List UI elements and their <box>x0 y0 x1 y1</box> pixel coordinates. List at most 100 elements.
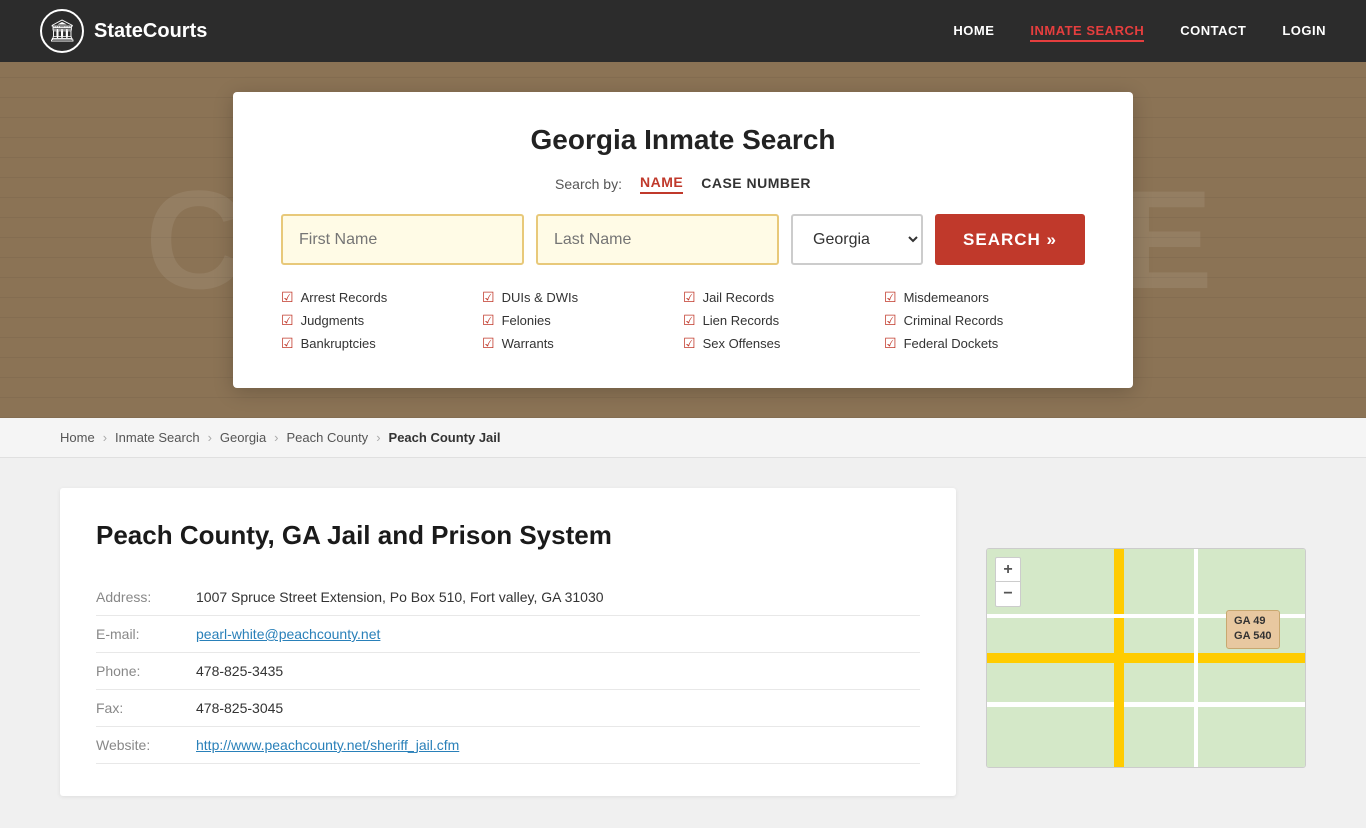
check-icon: ☑ <box>683 289 696 306</box>
website-link[interactable]: http://www.peachcounty.net/sheriff_jail.… <box>196 737 459 753</box>
checkbox-jail-records: ☑ Jail Records <box>683 289 884 306</box>
search-by-label: Search by: <box>555 176 622 192</box>
check-icon: ☑ <box>683 335 696 352</box>
logo-text: StateCourts <box>94 20 207 43</box>
checkbox-label: Federal Dockets <box>904 336 999 351</box>
breadcrumb-sep: › <box>376 430 380 445</box>
search-inputs-row: Georgia SEARCH » <box>281 214 1085 265</box>
email-value: pearl-white@peachcounty.net <box>196 616 920 653</box>
table-row: Website: http://www.peachcounty.net/sher… <box>96 727 920 764</box>
nav-inmate-search[interactable]: INMATE SEARCH <box>1030 23 1144 42</box>
map-road <box>987 702 1305 707</box>
tab-case-number[interactable]: CASE NUMBER <box>701 175 811 193</box>
breadcrumb-sep: › <box>208 430 212 445</box>
zoom-out-button[interactable]: − <box>996 582 1020 606</box>
search-card: Georgia Inmate Search Search by: NAME CA… <box>233 92 1133 388</box>
badge-line2: GA 540 <box>1234 629 1272 644</box>
check-icon: ☑ <box>884 312 897 329</box>
check-icon: ☑ <box>281 312 294 329</box>
facility-title: Peach County, GA Jail and Prison System <box>96 520 920 551</box>
check-icon: ☑ <box>482 335 495 352</box>
breadcrumb-georgia[interactable]: Georgia <box>220 430 266 445</box>
map-badge: GA 49 GA 540 <box>1226 610 1280 649</box>
content-area: Peach County, GA Jail and Prison System … <box>0 458 1366 828</box>
breadcrumb-inmate-search[interactable]: Inmate Search <box>115 430 200 445</box>
website-label: Website: <box>96 727 196 764</box>
map-placeholder: GA 49 GA 540 + − <box>987 549 1305 767</box>
state-select[interactable]: Georgia <box>791 214 923 265</box>
facility-card: Peach County, GA Jail and Prison System … <box>60 488 956 796</box>
checkbox-judgments: ☑ Judgments <box>281 312 482 329</box>
breadcrumb-home[interactable]: Home <box>60 430 95 445</box>
content-main: Peach County, GA Jail and Prison System … <box>60 488 956 798</box>
fax-value: 478-825-3045 <box>196 690 920 727</box>
email-link[interactable]: pearl-white@peachcounty.net <box>196 626 380 642</box>
checkbox-lien-records: ☑ Lien Records <box>683 312 884 329</box>
search-title: Georgia Inmate Search <box>281 124 1085 156</box>
check-icon: ☑ <box>281 335 294 352</box>
check-icon: ☑ <box>482 289 495 306</box>
checkbox-misdemeanors: ☑ Misdemeanors <box>884 289 1085 306</box>
checkbox-arrest-records: ☑ Arrest Records <box>281 289 482 306</box>
table-row: Address: 1007 Spruce Street Extension, P… <box>96 579 920 616</box>
breadcrumb-peach-county[interactable]: Peach County <box>287 430 369 445</box>
fax-label: Fax: <box>96 690 196 727</box>
email-label: E-mail: <box>96 616 196 653</box>
nav-home[interactable]: HOME <box>953 23 994 38</box>
map-zoom-controls: + − <box>995 557 1021 607</box>
facility-info-table: Address: 1007 Spruce Street Extension, P… <box>96 579 920 764</box>
checkbox-sex-offenses: ☑ Sex Offenses <box>683 335 884 352</box>
check-icon: ☑ <box>482 312 495 329</box>
logo-icon: 🏛 <box>40 9 84 53</box>
table-row: E-mail: pearl-white@peachcounty.net <box>96 616 920 653</box>
checkbox-label: Arrest Records <box>301 290 388 305</box>
checkbox-criminal-records: ☑ Criminal Records <box>884 312 1085 329</box>
checkbox-label: Misdemeanors <box>904 290 989 305</box>
breadcrumb-current: Peach County Jail <box>389 430 501 445</box>
breadcrumb-sep: › <box>274 430 278 445</box>
badge-line1: GA 49 <box>1234 614 1272 629</box>
map-road <box>1114 549 1124 767</box>
checkbox-label: Judgments <box>301 313 365 328</box>
table-row: Phone: 478-825-3435 <box>96 653 920 690</box>
phone-value: 478-825-3435 <box>196 653 920 690</box>
checkbox-label: Jail Records <box>703 290 775 305</box>
first-name-input[interactable] <box>281 214 524 265</box>
checkbox-duis: ☑ DUIs & DWIs <box>482 289 683 306</box>
nav-login[interactable]: LOGIN <box>1282 23 1326 38</box>
checkbox-federal-dockets: ☑ Federal Dockets <box>884 335 1085 352</box>
address-label: Address: <box>96 579 196 616</box>
checkbox-bankruptcies: ☑ Bankruptcies <box>281 335 482 352</box>
map-road <box>987 653 1305 663</box>
phone-label: Phone: <box>96 653 196 690</box>
logo-link[interactable]: 🏛 StateCourts <box>40 9 207 53</box>
website-value: http://www.peachcounty.net/sheriff_jail.… <box>196 727 920 764</box>
nav-contact[interactable]: CONTACT <box>1180 23 1246 38</box>
map-container: GA 49 GA 540 + − <box>986 548 1306 768</box>
checkboxes-grid: ☑ Arrest Records ☑ DUIs & DWIs ☑ Jail Re… <box>281 289 1085 352</box>
check-icon: ☑ <box>281 289 294 306</box>
checkbox-label: Criminal Records <box>904 313 1004 328</box>
address-value: 1007 Spruce Street Extension, Po Box 510… <box>196 579 920 616</box>
checkbox-label: Felonies <box>502 313 551 328</box>
hero-section: Georgia Inmate Search Search by: NAME CA… <box>0 62 1366 418</box>
checkbox-label: Bankruptcies <box>301 336 376 351</box>
last-name-input[interactable] <box>536 214 779 265</box>
checkbox-felonies: ☑ Felonies <box>482 312 683 329</box>
nav-links: HOME INMATE SEARCH CONTACT LOGIN <box>953 22 1326 40</box>
check-icon: ☑ <box>884 335 897 352</box>
breadcrumb: Home › Inmate Search › Georgia › Peach C… <box>0 418 1366 458</box>
checkbox-warrants: ☑ Warrants <box>482 335 683 352</box>
search-by-row: Search by: NAME CASE NUMBER <box>281 174 1085 194</box>
checkbox-label: Sex Offenses <box>703 336 781 351</box>
checkbox-label: Warrants <box>502 336 554 351</box>
breadcrumb-sep: › <box>103 430 107 445</box>
zoom-in-button[interactable]: + <box>996 558 1020 582</box>
map-road <box>1194 549 1198 767</box>
checkbox-label: Lien Records <box>703 313 780 328</box>
search-button[interactable]: SEARCH » <box>935 214 1085 265</box>
check-icon: ☑ <box>683 312 696 329</box>
navbar: 🏛 StateCourts HOME INMATE SEARCH CONTACT… <box>0 0 1366 62</box>
tab-name[interactable]: NAME <box>640 174 683 194</box>
check-icon: ☑ <box>884 289 897 306</box>
